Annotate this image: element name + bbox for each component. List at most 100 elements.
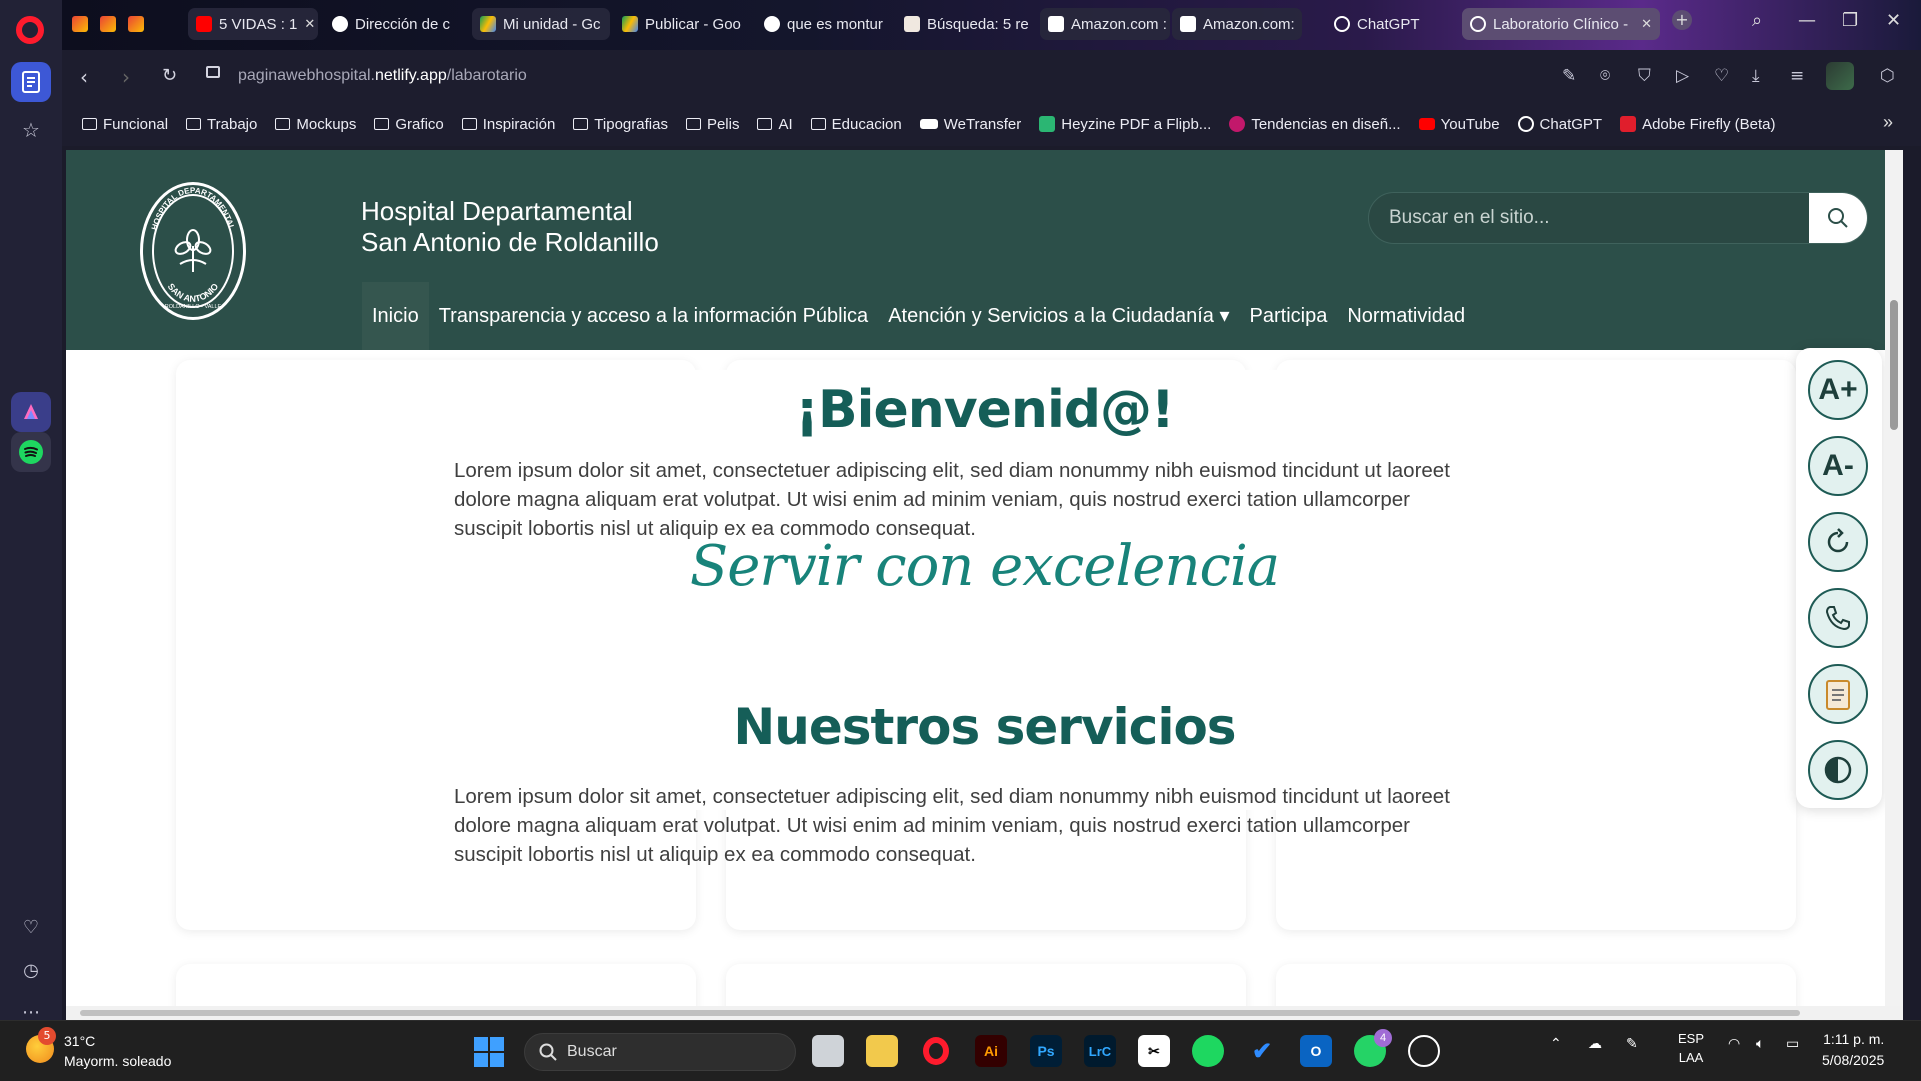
nav-inicio[interactable]: Inicio bbox=[362, 282, 429, 350]
opera-logo-icon[interactable] bbox=[16, 16, 44, 44]
photoshop-icon[interactable]: Ps bbox=[1030, 1035, 1062, 1067]
scrollbar-thumb[interactable] bbox=[1890, 300, 1898, 430]
report-button[interactable] bbox=[1808, 664, 1868, 724]
opera-taskbar-icon[interactable] bbox=[920, 1035, 952, 1067]
tab-laboratorio-active[interactable]: Laboratorio Clínico - ✕ bbox=[1462, 8, 1660, 40]
nav-participa[interactable]: Participa bbox=[1240, 282, 1338, 350]
bookmark-inspiracion[interactable]: Inspiración bbox=[461, 116, 555, 133]
decrease-font-button[interactable]: A- bbox=[1808, 436, 1868, 496]
cube-icon[interactable]: ⬡ bbox=[1880, 66, 1895, 86]
play-icon[interactable]: ▷ bbox=[1676, 66, 1689, 86]
spotify-app-icon[interactable] bbox=[11, 432, 51, 472]
tab-amazon-1[interactable]: Amazon.com : bbox=[1040, 8, 1170, 40]
forward-icon[interactable]: › bbox=[122, 65, 130, 89]
chatgpt-icon bbox=[1334, 16, 1350, 32]
tab-drive-1[interactable]: Mi unidad - Gc bbox=[472, 8, 610, 40]
bookmark-heyzine[interactable]: Heyzine PDF a Flipb... bbox=[1039, 116, 1211, 133]
scrollbar-thumb[interactable] bbox=[80, 1010, 1800, 1016]
bookmarks-overflow-icon[interactable]: » bbox=[1883, 112, 1893, 133]
bookmark-grafico[interactable]: Grafico bbox=[374, 116, 444, 133]
new-tab-icon[interactable]: + bbox=[1672, 10, 1692, 30]
system-clock[interactable]: 1:11 p. m. 5/08/2025 bbox=[1822, 1029, 1884, 1071]
close-icon[interactable]: ✕ bbox=[304, 16, 315, 32]
site-search-input[interactable] bbox=[1369, 193, 1809, 243]
star-icon[interactable]: ☆ bbox=[11, 110, 51, 150]
minimize-icon[interactable]: — bbox=[1798, 10, 1816, 31]
close-window-icon[interactable]: ✕ bbox=[1886, 10, 1901, 31]
tabs-panel-icon[interactable] bbox=[11, 62, 51, 102]
bookmark-ai[interactable]: AI bbox=[757, 116, 793, 133]
bookmark-tipografias[interactable]: Tipografias bbox=[573, 116, 668, 133]
nav-atencion-servicios[interactable]: Atención y Servicios a la Ciudadanía ▾ bbox=[878, 282, 1239, 350]
tab-gmail-3[interactable] bbox=[120, 8, 150, 40]
increase-font-button[interactable]: A+ bbox=[1808, 360, 1868, 420]
easy-setup-icon[interactable]: ≡ bbox=[1790, 66, 1804, 86]
capcut-icon[interactable]: ✂ bbox=[1138, 1035, 1170, 1067]
tab-busqueda[interactable]: Búsqueda: 5 re bbox=[896, 8, 1034, 40]
profile-avatar[interactable] bbox=[1826, 62, 1854, 90]
camera-icon[interactable]: ⌾ bbox=[1600, 66, 1610, 86]
tab-drive-2[interactable]: Publicar - Goo bbox=[614, 8, 750, 40]
task-view-icon[interactable] bbox=[812, 1035, 844, 1067]
reset-button[interactable] bbox=[1808, 512, 1868, 572]
tab-google-montura[interactable]: que es montur bbox=[756, 8, 894, 40]
tab-chatgpt[interactable]: ChatGPT bbox=[1326, 8, 1446, 40]
url-field[interactable]: paginawebhospital.netlify.app/labarotari… bbox=[238, 63, 527, 89]
back-icon[interactable]: ‹ bbox=[80, 65, 88, 89]
nav-normatividad[interactable]: Normatividad bbox=[1337, 282, 1475, 350]
bookmark-mockups[interactable]: Mockups bbox=[275, 116, 356, 133]
bookmark-trabajo[interactable]: Trabajo bbox=[186, 116, 257, 133]
tab-google-direccion[interactable]: Dirección de c bbox=[324, 8, 474, 40]
bookmark-label: Trabajo bbox=[207, 115, 258, 133]
contrast-button[interactable] bbox=[1808, 740, 1868, 800]
tray-chevron-icon[interactable]: ⌃ bbox=[1550, 1035, 1562, 1052]
close-icon[interactable]: ✕ bbox=[1641, 16, 1652, 32]
horizontal-scrollbar[interactable] bbox=[66, 1006, 1903, 1020]
wifi-icon[interactable]: ◠ bbox=[1728, 1035, 1740, 1052]
site-title[interactable]: Hospital Departamental San Antonio de Ro… bbox=[361, 196, 659, 258]
bookmark-tendencias[interactable]: Tendencias en diseñ... bbox=[1229, 116, 1401, 133]
taskbar-search[interactable]: Buscar bbox=[524, 1033, 796, 1071]
site-main-nav: Inicio Transparencia y acceso a la infor… bbox=[362, 282, 1475, 350]
tab-amazon-2[interactable]: Amazon.com: bbox=[1172, 8, 1302, 40]
volume-icon[interactable]: 🔈︎ bbox=[1756, 1035, 1764, 1052]
bookmark-firefly[interactable]: Adobe Firefly (Beta) bbox=[1620, 116, 1775, 133]
shield-icon[interactable]: ⛉ bbox=[1638, 66, 1651, 86]
outlook-icon[interactable]: O bbox=[1300, 1035, 1332, 1067]
vertical-scrollbar[interactable] bbox=[1885, 150, 1903, 1020]
bookmark-funcional[interactable]: Funcional bbox=[82, 116, 168, 133]
download-icon[interactable]: ⤓ bbox=[1752, 66, 1760, 86]
heart-icon[interactable]: ♡ bbox=[1714, 66, 1729, 86]
onedrive-icon[interactable]: ☁ bbox=[1588, 1035, 1602, 1052]
language-indicator[interactable]: ESP LAA bbox=[1678, 1029, 1704, 1067]
tab-gmail-1[interactable] bbox=[64, 8, 94, 40]
bookmark-educacion[interactable]: Educacion bbox=[810, 116, 902, 133]
nav-transparencia[interactable]: Transparencia y acceso a la información … bbox=[429, 282, 878, 350]
todo-icon[interactable]: ✔ bbox=[1246, 1035, 1278, 1067]
heart-icon[interactable]: ♡ bbox=[11, 907, 51, 947]
aria-app-icon[interactable] bbox=[11, 392, 51, 432]
contrast-icon bbox=[1824, 756, 1852, 784]
pen-icon[interactable]: ✎ bbox=[1626, 1035, 1638, 1052]
reload-icon[interactable]: ↻ bbox=[162, 65, 177, 86]
chatgpt-taskbar-icon[interactable] bbox=[1408, 1035, 1440, 1067]
search-tabs-icon[interactable]: ⌕ bbox=[1752, 10, 1762, 31]
battery-icon[interactable]: ▭ bbox=[1786, 1035, 1799, 1052]
history-icon[interactable]: ◷ bbox=[11, 950, 51, 990]
tab-gmail-2[interactable] bbox=[92, 8, 122, 40]
spotify-taskbar-icon[interactable] bbox=[1192, 1035, 1224, 1067]
site-search-button[interactable] bbox=[1809, 193, 1867, 243]
windows-start-icon[interactable] bbox=[474, 1037, 504, 1067]
file-explorer-icon[interactable] bbox=[866, 1035, 898, 1067]
maximize-icon[interactable]: ❐ bbox=[1842, 10, 1858, 31]
illustrator-icon[interactable]: Ai bbox=[975, 1035, 1007, 1067]
bookmark-youtube[interactable]: YouTube bbox=[1418, 116, 1500, 133]
lightroom-icon[interactable]: LrC bbox=[1084, 1035, 1116, 1067]
edit-icon[interactable]: ✎ bbox=[1562, 66, 1576, 86]
bookmark-pelis[interactable]: Pelis bbox=[685, 116, 739, 133]
phone-button[interactable] bbox=[1808, 588, 1868, 648]
weather-widget[interactable]: 31°C Mayorm. soleado bbox=[64, 1031, 171, 1071]
tab-youtube[interactable]: 5 VIDAS : 1 ✕ bbox=[188, 8, 318, 40]
bookmark-chatgpt[interactable]: ChatGPT bbox=[1517, 116, 1602, 133]
bookmark-wetransfer[interactable]: WeTransfer bbox=[919, 116, 1021, 133]
